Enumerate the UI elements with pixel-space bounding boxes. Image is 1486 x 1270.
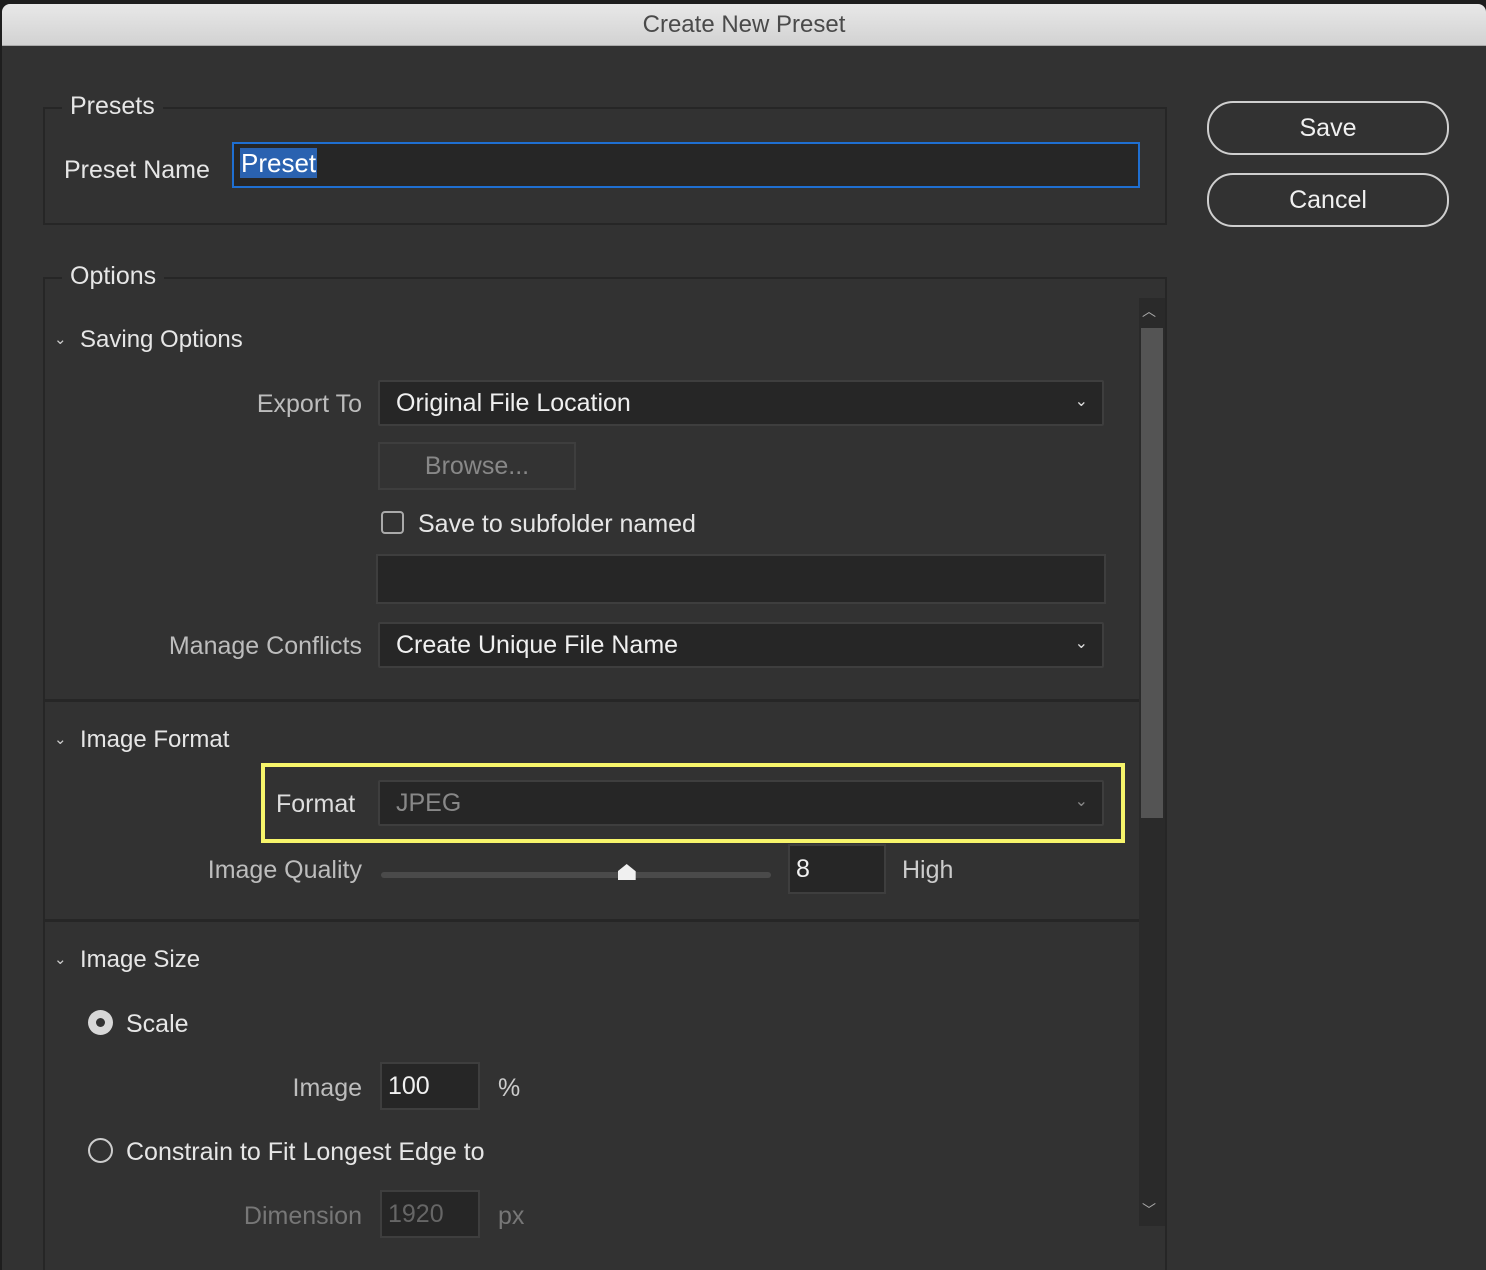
- section-divider: [45, 699, 1139, 702]
- saving-options-header[interactable]: Saving Options: [80, 326, 243, 354]
- image-quality-slider[interactable]: [381, 864, 771, 880]
- export-to-select[interactable]: Original File Location ⌄: [378, 380, 1104, 426]
- preset-name-label: Preset Name: [64, 156, 210, 184]
- scrollbar[interactable]: ︿ ﹀: [1139, 298, 1165, 1226]
- quality-text: High: [902, 856, 954, 884]
- scroll-up-icon[interactable]: ︿: [1142, 301, 1156, 321]
- manage-conflicts-select[interactable]: Create Unique File Name ⌄: [378, 622, 1104, 668]
- image-quality-input[interactable]: 8: [788, 844, 886, 894]
- chevron-down-icon[interactable]: ⌄: [54, 950, 67, 968]
- scroll-down-icon[interactable]: ﹀: [1142, 1200, 1156, 1220]
- image-scale-input[interactable]: 100: [380, 1062, 480, 1110]
- scale-label: Scale: [126, 1010, 189, 1038]
- image-size-header[interactable]: Image Size: [80, 946, 200, 974]
- options-legend: Options: [62, 262, 165, 291]
- chevron-down-icon[interactable]: ⌄: [54, 330, 67, 348]
- export-to-label: Export To: [256, 390, 362, 418]
- image-format-header[interactable]: Image Format: [80, 726, 229, 754]
- scrollbar-thumb[interactable]: [1141, 328, 1163, 818]
- format-label: Format: [276, 790, 356, 818]
- subfolder-input[interactable]: [376, 554, 1106, 604]
- chevron-down-icon: ⌄: [1074, 793, 1088, 810]
- subfolder-label: Save to subfolder named: [418, 510, 696, 538]
- subfolder-checkbox[interactable]: [381, 511, 404, 534]
- dimension-input[interactable]: 1920: [380, 1190, 480, 1238]
- constrain-radio[interactable]: [88, 1138, 113, 1163]
- preset-name-input[interactable]: Preset: [232, 142, 1140, 188]
- chevron-down-icon[interactable]: ⌄: [54, 730, 67, 748]
- section-divider: [45, 919, 1139, 922]
- dimension-label: Dimension: [243, 1202, 362, 1230]
- export-to-value: Original File Location: [396, 388, 631, 417]
- window-title: Create New Preset: [2, 4, 1486, 46]
- presets-legend: Presets: [62, 92, 163, 121]
- format-value: JPEG: [396, 788, 462, 817]
- save-button[interactable]: Save: [1207, 101, 1449, 155]
- manage-conflicts-value: Create Unique File Name: [396, 630, 679, 659]
- manage-conflicts-label: Manage Conflicts: [168, 632, 362, 660]
- image-quality-label: Image Quality: [207, 856, 362, 884]
- browse-button[interactable]: Browse...: [378, 442, 576, 490]
- scale-radio[interactable]: [88, 1010, 113, 1035]
- percent-unit: %: [498, 1074, 521, 1102]
- constrain-label: Constrain to Fit Longest Edge to: [126, 1138, 485, 1166]
- image-label: Image: [292, 1074, 362, 1102]
- px-unit: px: [498, 1202, 525, 1230]
- chevron-down-icon: ⌄: [1074, 393, 1088, 410]
- create-preset-dialog: Create New Preset Presets Preset Name Pr…: [2, 4, 1486, 1270]
- preset-name-value: Preset: [240, 148, 318, 178]
- format-select[interactable]: JPEG ⌄: [378, 780, 1104, 826]
- cancel-button[interactable]: Cancel: [1207, 173, 1449, 227]
- chevron-down-icon: ⌄: [1074, 635, 1088, 652]
